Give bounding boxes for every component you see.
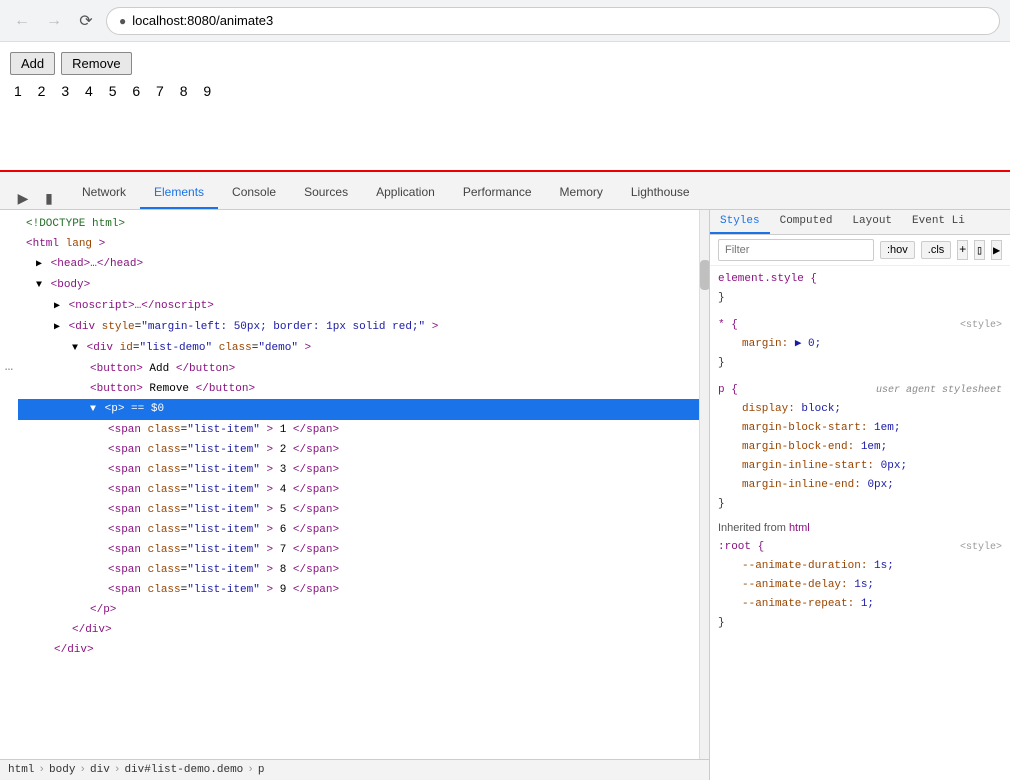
dom-line-body[interactable]: ▼ <body> bbox=[18, 275, 699, 296]
style-source-star: <style> bbox=[960, 317, 1002, 334]
tab-performance[interactable]: Performance bbox=[449, 172, 546, 209]
styles-panel: Styles Computed Layout Event Li :hov .cl… bbox=[710, 210, 1010, 780]
dom-line-p[interactable]: ▼ <p> == $0 bbox=[18, 399, 699, 420]
style-prop-delay[interactable]: --animate-delay: 1s; bbox=[718, 576, 1002, 595]
tab-sources[interactable]: Sources bbox=[290, 172, 362, 209]
page-numbers: 1 2 3 4 5 6 7 8 9 bbox=[10, 83, 1000, 99]
styles-tab-styles[interactable]: Styles bbox=[710, 210, 770, 234]
style-prop-display[interactable]: display: block; bbox=[718, 400, 1002, 419]
dom-line-div-close1[interactable]: </div> bbox=[18, 620, 699, 640]
style-prop-duration[interactable]: --animate-duration: 1s; bbox=[718, 557, 1002, 576]
dom-line-html[interactable]: <html lang > bbox=[18, 234, 699, 254]
dom-panel: … <!DOCTYPE html> <html lang > ▶ bbox=[0, 210, 710, 780]
page-content: Add Remove 1 2 3 4 5 6 7 8 9 bbox=[0, 42, 1010, 172]
browser-bar: ← → ⟳ ● localhost:8080/animate3 bbox=[0, 0, 1010, 42]
remove-button[interactable]: Remove bbox=[61, 52, 131, 75]
back-button[interactable]: ← bbox=[10, 9, 34, 33]
style-prop-mis[interactable]: margin-inline-start: 0px; bbox=[718, 457, 1002, 476]
breadcrumb-body[interactable]: body bbox=[49, 764, 75, 776]
style-source-p: user agent stylesheet bbox=[876, 382, 1002, 399]
dom-line-noscript[interactable]: ▶ <noscript>…</noscript> bbox=[18, 296, 699, 317]
style-selector-p: p { user agent stylesheet bbox=[718, 381, 1002, 400]
styles-tab-layout[interactable]: Layout bbox=[842, 210, 902, 234]
style-prop-mie[interactable]: margin-inline-end: 0px; bbox=[718, 476, 1002, 495]
style-block-p: p { user agent stylesheet display: block… bbox=[718, 381, 1002, 514]
style-source-root: <style> bbox=[960, 539, 1002, 556]
dom-line-p-close[interactable]: </p> bbox=[18, 600, 699, 620]
styles-toolbar: :hov .cls + ▯ ▶ bbox=[710, 235, 1010, 266]
dom-line-btn-add[interactable]: <button> Add </button> bbox=[18, 359, 699, 379]
style-prop-mbe[interactable]: margin-block-end: 1em; bbox=[718, 438, 1002, 457]
dom-tree: <!DOCTYPE html> <html lang > ▶ <head>…</… bbox=[18, 210, 699, 759]
dom-line-doctype[interactable]: <!DOCTYPE html> bbox=[18, 214, 699, 234]
tab-elements[interactable]: Elements bbox=[140, 172, 218, 209]
inspect-icon[interactable]: ▶ bbox=[12, 187, 34, 209]
dom-line-span5[interactable]: <span class="list-item" > 5 </span> bbox=[18, 500, 699, 520]
style-block-root: :root { <style> --animate-duration: 1s; … bbox=[718, 538, 1002, 633]
breadcrumb-div[interactable]: div bbox=[90, 764, 110, 776]
url-text: localhost:8080/animate3 bbox=[132, 13, 273, 28]
breadcrumb-p[interactable]: p bbox=[258, 764, 265, 776]
style-prop-repeat[interactable]: --animate-repeat: 1; bbox=[718, 595, 1002, 614]
dom-line-div-close2[interactable]: </div> bbox=[18, 640, 699, 660]
hov-button[interactable]: :hov bbox=[880, 241, 915, 259]
dom-line-div-demo[interactable]: ▼ <div id="list-demo" class="demo" > bbox=[18, 338, 699, 359]
style-block-star: * { <style> margin: ▶ 0; } bbox=[718, 316, 1002, 373]
cls-button[interactable]: .cls bbox=[921, 241, 952, 259]
style-close-star: } bbox=[718, 354, 1002, 373]
dom-scroll-container: … <!DOCTYPE html> <html lang > ▶ bbox=[0, 210, 709, 759]
devtools-tab-icons: ▶ ▮ bbox=[4, 187, 68, 209]
forward-button[interactable]: → bbox=[42, 9, 66, 33]
style-block-element: element.style { } bbox=[718, 270, 1002, 308]
reload-button[interactable]: ⟳ bbox=[74, 9, 98, 33]
tab-network[interactable]: Network bbox=[68, 172, 140, 209]
styles-tab-computed[interactable]: Computed bbox=[770, 210, 843, 234]
styles-filter-input[interactable] bbox=[718, 239, 874, 261]
dom-breadcrumb: html › body › div › div#list-demo.demo ›… bbox=[0, 759, 709, 780]
styles-tabs: Styles Computed Layout Event Li bbox=[710, 210, 1010, 235]
add-style-button[interactable]: + bbox=[957, 240, 968, 260]
dom-line-span3[interactable]: <span class="list-item" > 3 </span> bbox=[18, 460, 699, 480]
dom-line-span9[interactable]: <span class="list-item" > 9 </span> bbox=[18, 580, 699, 600]
tab-console[interactable]: Console bbox=[218, 172, 290, 209]
tab-lighthouse[interactable]: Lighthouse bbox=[617, 172, 704, 209]
style-prop-margin[interactable]: margin: ▶ 0; bbox=[718, 335, 1002, 354]
style-selector-star: * { <style> bbox=[718, 316, 1002, 335]
dom-line-span4[interactable]: <span class="list-item" > 4 </span> bbox=[18, 480, 699, 500]
copy-style-button[interactable]: ▯ bbox=[974, 240, 985, 260]
dom-line-span7[interactable]: <span class="list-item" > 7 </span> bbox=[18, 540, 699, 560]
devtools-tabs: ▶ ▮ Network Elements Console Sources App… bbox=[0, 172, 1010, 210]
page-buttons: Add Remove bbox=[10, 52, 1000, 75]
dom-line-span2[interactable]: <span class="list-item" > 2 </span> bbox=[18, 440, 699, 460]
style-close-element: } bbox=[718, 289, 1002, 308]
lock-icon: ● bbox=[119, 14, 126, 28]
style-prop-mbs[interactable]: margin-block-start: 1em; bbox=[718, 419, 1002, 438]
style-close-root: } bbox=[718, 614, 1002, 633]
dom-line-span8[interactable]: <span class="list-item" > 8 </span> bbox=[18, 560, 699, 580]
style-selector-element: element.style { bbox=[718, 270, 1002, 289]
dom-scrollbar[interactable] bbox=[699, 210, 709, 759]
dom-line-head[interactable]: ▶ <head>…</head> bbox=[18, 254, 699, 275]
ellipsis-button[interactable]: … bbox=[0, 358, 18, 376]
address-bar[interactable]: ● localhost:8080/animate3 bbox=[106, 7, 1000, 35]
more-style-button[interactable]: ▶ bbox=[991, 240, 1002, 260]
styles-tab-eventli[interactable]: Event Li bbox=[902, 210, 975, 234]
ellipsis-col: … bbox=[0, 210, 18, 759]
dom-line-div-style[interactable]: ▶ <div style="margin-left: 50px; border:… bbox=[18, 317, 699, 338]
breadcrumb-html[interactable]: html bbox=[8, 764, 34, 776]
style-close-p: } bbox=[718, 495, 1002, 514]
breadcrumb-div-demo[interactable]: div#list-demo.demo bbox=[124, 764, 243, 776]
dom-line-span6[interactable]: <span class="list-item" > 6 </span> bbox=[18, 520, 699, 540]
style-selector-root: :root { <style> bbox=[718, 538, 1002, 557]
tab-memory[interactable]: Memory bbox=[546, 172, 617, 209]
add-button[interactable]: Add bbox=[10, 52, 55, 75]
dom-line-btn-remove[interactable]: <button> Remove </button> bbox=[18, 379, 699, 399]
inherited-header: Inherited from html bbox=[718, 522, 1002, 534]
tab-application[interactable]: Application bbox=[362, 172, 449, 209]
devtools-panel: ▶ ▮ Network Elements Console Sources App… bbox=[0, 172, 1010, 780]
devtools-body: … <!DOCTYPE html> <html lang > ▶ bbox=[0, 210, 1010, 780]
styles-content: element.style { } * { <style> margin: ▶ … bbox=[710, 266, 1010, 780]
device-icon[interactable]: ▮ bbox=[38, 187, 60, 209]
dom-line-span1[interactable]: <span class="list-item" > 1 </span> bbox=[18, 420, 699, 440]
